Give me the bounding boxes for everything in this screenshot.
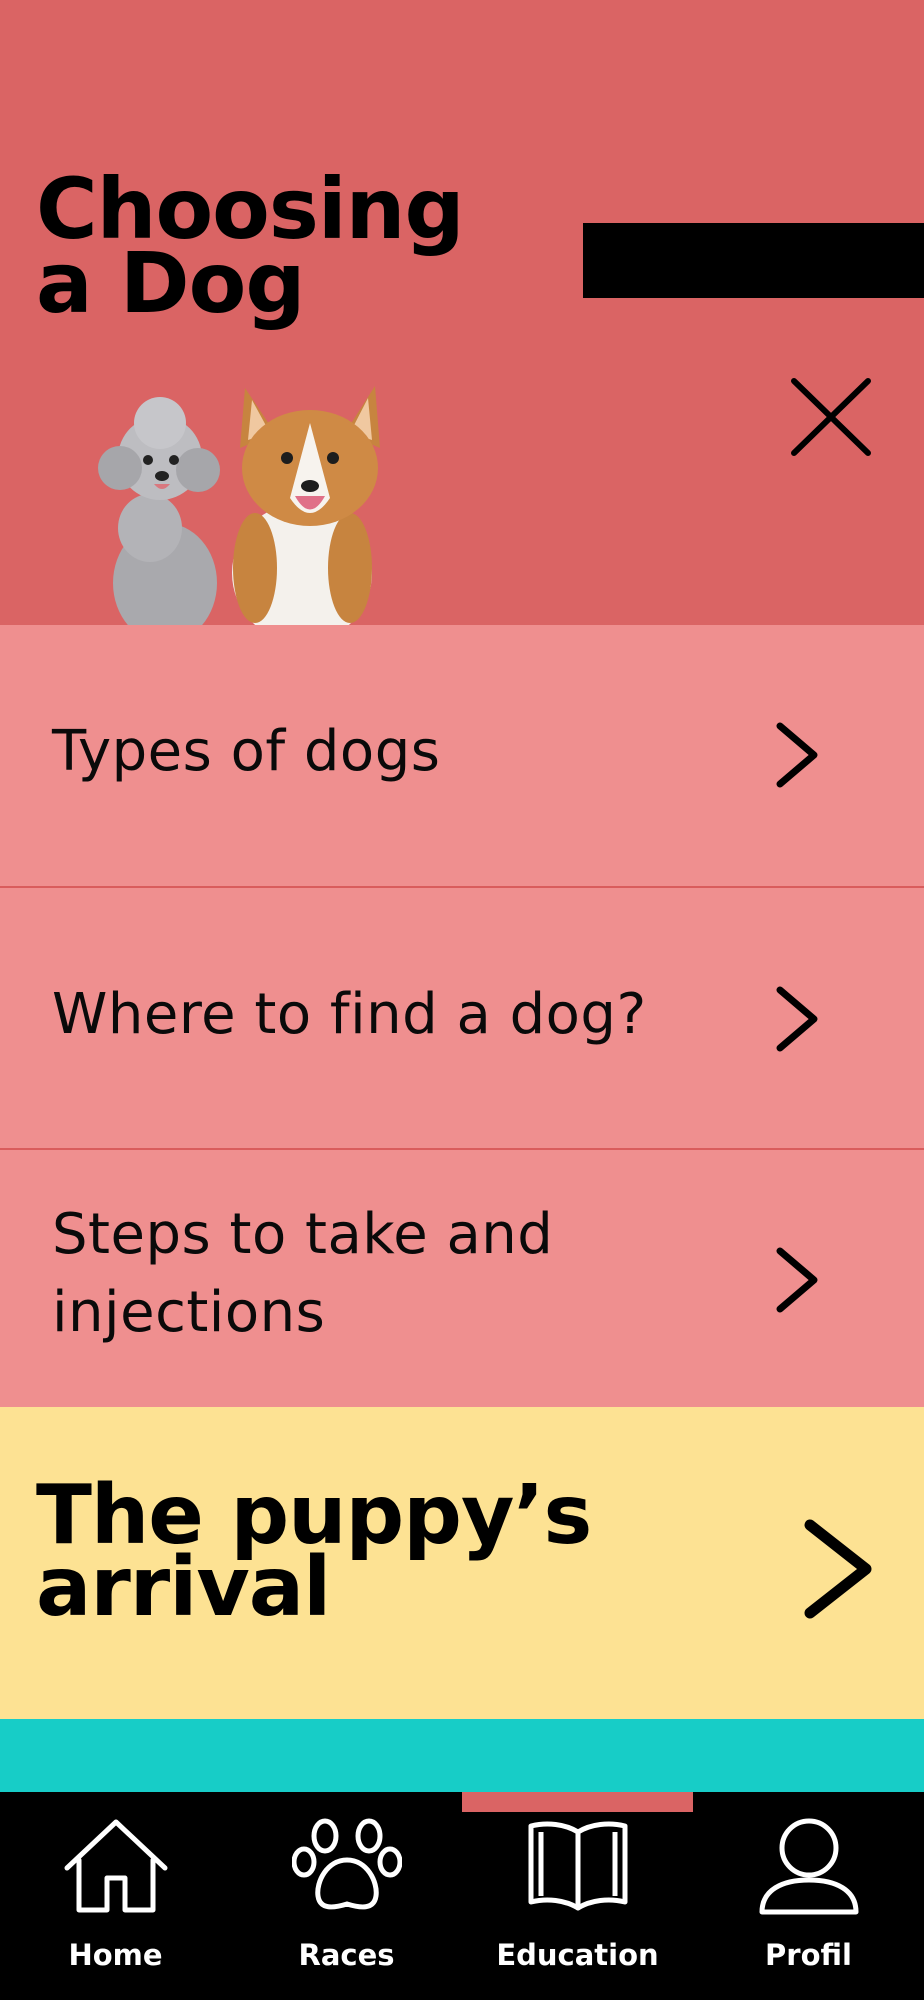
book-icon <box>528 1821 627 1911</box>
menu-item-label-line1: Steps to take and <box>52 1202 554 1267</box>
paw-icon <box>291 1818 402 1910</box>
decorative-bar <box>583 223 924 298</box>
menu-item-label: Types of dogs <box>52 719 441 784</box>
menu-item-where-to-find[interactable]: Where to find a dog? <box>0 888 924 1148</box>
chevron-right-icon <box>776 986 818 1052</box>
page-title-line2: a Dog <box>36 234 305 332</box>
bottom-navigation: Home Races Education Profil <box>0 1792 924 2000</box>
menu-item-steps-injections[interactable]: Steps to take and injections <box>0 1150 924 1407</box>
section-title-line2: arrival <box>36 1540 331 1635</box>
chevron-right-icon <box>776 722 818 788</box>
chevron-right-icon <box>804 1519 872 1619</box>
menu-item-types-of-dogs[interactable]: Types of dogs <box>0 625 924 886</box>
menu-item-label-line2: injections <box>52 1280 326 1345</box>
nav-home[interactable]: Home <box>0 1816 231 1986</box>
nav-races[interactable]: Races <box>231 1816 462 1986</box>
menu-item-label: Where to find a dog? <box>52 982 647 1047</box>
user-icon <box>759 1818 858 1915</box>
menu-item-label: Steps to take and injections <box>52 1196 553 1352</box>
nav-education[interactable]: Education <box>462 1816 693 1986</box>
nav-label: Home <box>68 1938 163 1972</box>
close-icon <box>791 378 871 456</box>
dogs-illustration <box>98 386 380 625</box>
page-title: Choosing a Dog <box>36 167 465 325</box>
chevron-right-icon <box>776 1247 818 1313</box>
poodle-image <box>98 397 220 625</box>
nav-label: Education <box>496 1938 659 1972</box>
section-title: The puppy’s arrival <box>36 1475 592 1629</box>
nav-label: Races <box>298 1938 395 1972</box>
nav-profil[interactable]: Profil <box>693 1816 924 1986</box>
active-tab-indicator <box>462 1792 693 1812</box>
next-section-peek[interactable] <box>0 1719 924 1792</box>
home-icon <box>64 1819 167 1913</box>
corgi-image <box>232 386 380 625</box>
section-puppy-arrival[interactable]: The puppy’s arrival <box>0 1407 924 1719</box>
hero-header: Choosing a Dog <box>0 0 924 625</box>
close-button[interactable] <box>786 375 876 459</box>
nav-label: Profil <box>765 1938 852 1972</box>
